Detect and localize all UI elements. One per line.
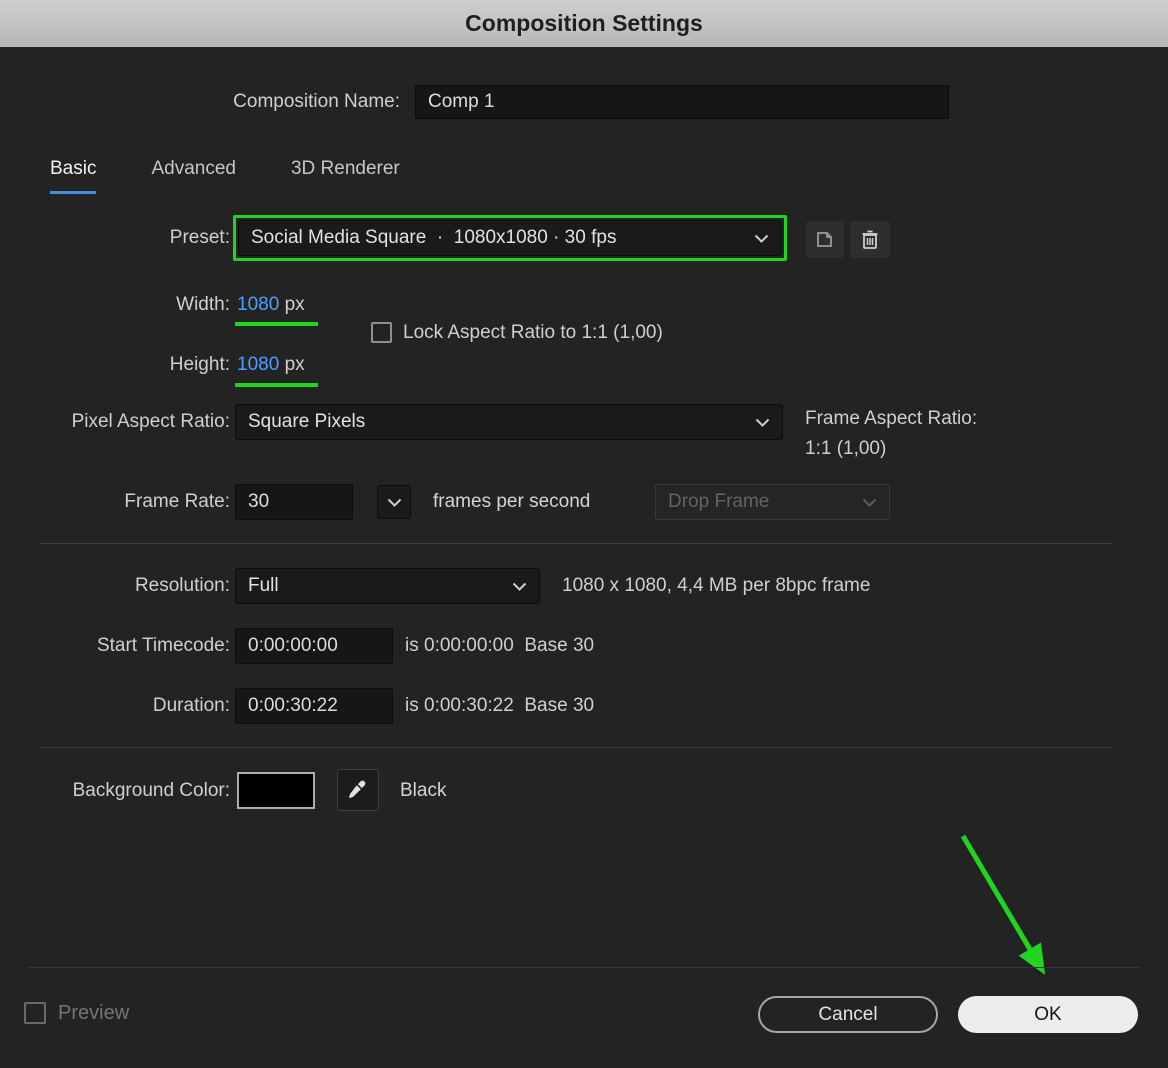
chevron-down-icon: [754, 234, 769, 243]
preview-label: Preview: [58, 1001, 129, 1025]
trash-icon: [860, 229, 880, 250]
start-timecode-info: is 0:00:00:00 Base 30: [405, 628, 594, 664]
width-number[interactable]: 1080: [237, 294, 279, 315]
frame-rate-dropdown-button[interactable]: [377, 485, 411, 519]
save-preset-icon: [815, 230, 835, 249]
frame-rate-input[interactable]: [235, 484, 353, 520]
width-label: Width:: [0, 288, 230, 322]
annotation-width-underline: [235, 322, 318, 326]
frame-aspect-ratio-label: Frame Aspect Ratio:: [805, 406, 977, 432]
start-timecode-input[interactable]: [235, 628, 393, 664]
divider: [40, 747, 1112, 748]
height-unit: px: [285, 354, 305, 375]
ok-button[interactable]: OK: [958, 996, 1138, 1033]
cancel-button[interactable]: Cancel: [758, 996, 938, 1033]
duration-info: is 0:00:30:22 Base 30: [405, 688, 594, 724]
pixel-aspect-ratio-dropdown[interactable]: Square Pixels: [235, 404, 783, 440]
frames-per-second-label: frames per second: [433, 484, 590, 520]
width-unit: px: [285, 294, 305, 315]
composition-name-label: Composition Name:: [0, 85, 400, 119]
frame-aspect-ratio-value: 1:1 (1,00): [805, 436, 886, 462]
eyedropper-button[interactable]: [337, 769, 379, 811]
lock-aspect-label: Lock Aspect Ratio to 1:1 (1,00): [403, 320, 663, 345]
pixel-aspect-ratio-label: Pixel Aspect Ratio:: [0, 404, 230, 440]
chevron-down-icon: [512, 582, 527, 591]
preset-value: Social Media Square · 1080x1080 · 30 fps: [251, 227, 616, 249]
resolution-info: 1080 x 1080, 4,4 MB per 8bpc frame: [562, 568, 870, 604]
chevron-down-icon: [755, 418, 770, 427]
height-value[interactable]: 1080 px: [237, 348, 305, 382]
chevron-down-icon: [862, 498, 877, 507]
annotation-height-underline: [235, 383, 318, 387]
delete-preset-button[interactable]: [850, 221, 890, 258]
divider: [28, 967, 1140, 968]
tab-basic[interactable]: Basic: [50, 158, 96, 194]
chevron-down-icon: [387, 498, 402, 507]
background-color-name: Black: [400, 772, 446, 809]
lock-aspect-checkbox[interactable]: [371, 322, 392, 343]
composition-name-input[interactable]: [415, 85, 949, 119]
duration-input[interactable]: [235, 688, 393, 724]
resolution-label: Resolution:: [0, 568, 230, 604]
height-label: Height:: [0, 348, 230, 382]
width-value[interactable]: 1080 px: [237, 288, 305, 322]
pixel-aspect-ratio-value: Square Pixels: [248, 411, 365, 433]
duration-label: Duration:: [0, 688, 230, 724]
drop-frame-value: Drop Frame: [668, 491, 769, 513]
annotation-preset-highlight: Social Media Square · 1080x1080 · 30 fps: [233, 215, 787, 261]
background-color-label: Background Color:: [0, 772, 230, 809]
preset-label: Preset:: [0, 220, 230, 256]
tab-advanced[interactable]: Advanced: [151, 158, 236, 194]
dialog-title-bar: Composition Settings: [0, 0, 1168, 47]
eyedropper-icon: [346, 778, 370, 802]
background-color-swatch[interactable]: [237, 772, 315, 809]
divider: [40, 543, 1112, 544]
tab-bar: Basic Advanced 3D Renderer: [50, 158, 400, 194]
save-preset-button[interactable]: [806, 221, 844, 258]
tab-3d-renderer[interactable]: 3D Renderer: [291, 158, 400, 194]
preset-dropdown[interactable]: Social Media Square · 1080x1080 · 30 fps: [238, 220, 782, 256]
dialog-title: Composition Settings: [465, 10, 703, 37]
start-timecode-label: Start Timecode:: [0, 628, 230, 664]
preview-checkbox[interactable]: [24, 1002, 46, 1024]
green-arrow-annotation: [935, 822, 1070, 990]
resolution-value: Full: [248, 575, 279, 597]
height-number[interactable]: 1080: [237, 354, 279, 375]
resolution-dropdown[interactable]: Full: [235, 568, 540, 604]
frame-rate-label: Frame Rate:: [0, 484, 230, 520]
drop-frame-dropdown: Drop Frame: [655, 484, 890, 520]
